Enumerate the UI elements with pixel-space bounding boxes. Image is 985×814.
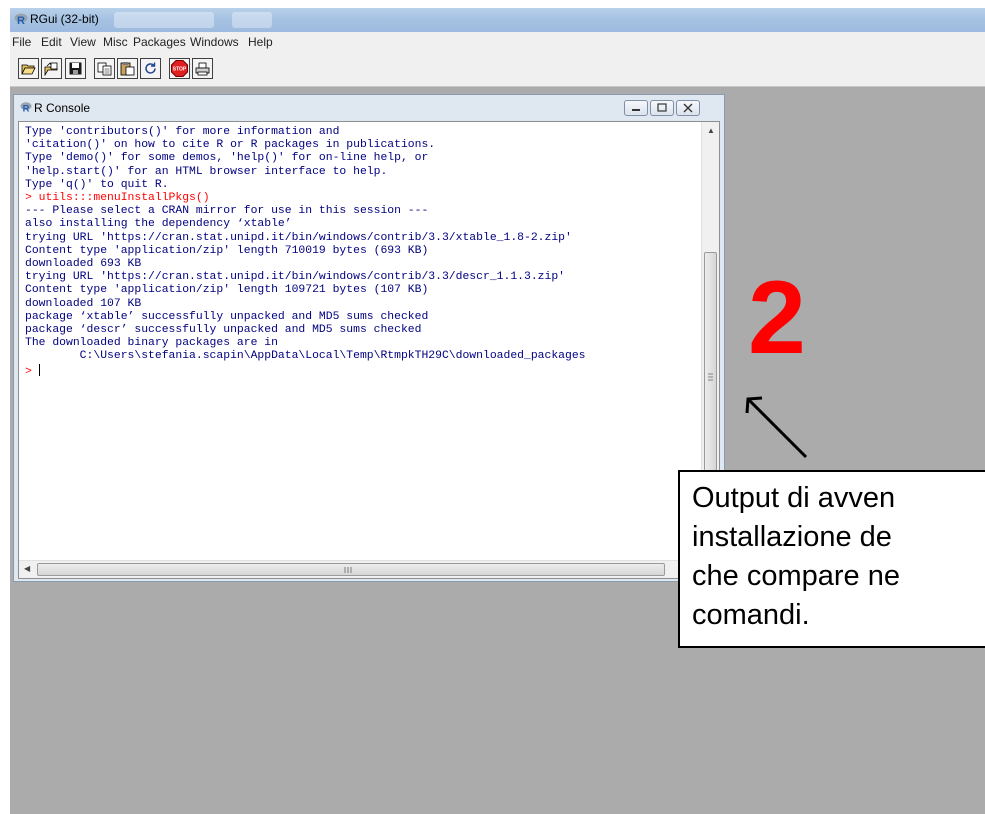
console-text[interactable]: Type 'contributors()' for more informati… (25, 126, 693, 556)
console-line: Content type 'application/zip' length 71… (25, 244, 429, 257)
console-line: package ‘descr’ successfully unpacked an… (25, 324, 422, 337)
pointer-arrow-icon (745, 396, 808, 459)
vertical-scroll-thumb[interactable] (704, 252, 717, 502)
svg-text:R: R (17, 15, 25, 26)
background-tab (232, 12, 272, 28)
floppy-disk-icon (69, 62, 82, 75)
console-line: Content type 'application/zip' length 10… (25, 284, 429, 297)
horizontal-scrollbar[interactable]: ◀ (19, 560, 701, 578)
minimize-icon (632, 109, 640, 111)
console-line: --- Please select a CRAN mirror for use … (25, 205, 429, 218)
stop-icon: STOP (171, 60, 188, 77)
menu-file[interactable]: File (12, 35, 31, 49)
stop-button[interactable]: STOP (169, 58, 190, 79)
r-logo-icon: R (14, 13, 28, 26)
callout-line: che compare ne (692, 560, 900, 592)
r-console-window[interactable]: R R Console Type 'contributors()' for mo… (13, 94, 725, 582)
console-line: Type 'contributors()' for more informati… (25, 126, 340, 138)
toolbar: STOP (10, 52, 985, 87)
console-line: The downloaded binary packages are in (25, 337, 278, 350)
folder-open-icon (21, 64, 36, 75)
maximize-icon (657, 103, 667, 112)
console-line: Type 'demo()' for some demos, 'help()' f… (25, 152, 429, 165)
console-line: package ‘xtable’ successfully unpacked a… (25, 310, 429, 323)
text-cursor (38, 363, 40, 376)
console-line: C:\Users\stefania.scapin\AppData\Local\T… (25, 350, 586, 363)
minimize-button[interactable] (624, 100, 648, 116)
console-line: downloaded 107 KB (25, 297, 142, 310)
menu-packages[interactable]: Packages (133, 35, 186, 49)
callout-line: installazione de (692, 521, 892, 553)
step-number-annotation: 2 (748, 260, 806, 376)
horizontal-scroll-thumb[interactable] (37, 563, 665, 576)
maximize-button[interactable] (650, 100, 674, 116)
grip-icon (708, 373, 713, 381)
window-title: RGui (32-bit) (30, 12, 99, 26)
copy-paste-button[interactable] (140, 58, 161, 79)
load-workspace-icon (44, 61, 58, 76)
console-prompt-line[interactable]: > (25, 363, 693, 379)
menu-misc[interactable]: Misc (103, 35, 128, 49)
background-tab (114, 12, 214, 28)
console-title: R Console (34, 101, 91, 115)
callout-line: comandi. (692, 599, 810, 631)
menu-help[interactable]: Help (248, 35, 273, 49)
copy-icon (97, 62, 112, 75)
menu-edit[interactable]: Edit (41, 35, 62, 49)
close-icon (683, 103, 693, 113)
copy-button[interactable] (94, 58, 115, 79)
load-workspace-button[interactable] (41, 58, 62, 79)
paste-button[interactable] (117, 58, 138, 79)
scroll-up-arrow-icon[interactable]: ▲ (707, 126, 715, 135)
console-line: Type 'q()' to quit R. (25, 178, 169, 191)
save-workspace-button[interactable] (65, 58, 86, 79)
menu-bar: File Edit View Misc Packages Windows Hel… (10, 32, 985, 52)
grip-icon (344, 567, 352, 573)
r-logo-icon: R (20, 102, 32, 113)
console-line: trying URL 'https://cran.stat.unipd.it/b… (25, 231, 572, 244)
callout-line: Output di avven (692, 482, 896, 514)
console-prompt: > (25, 365, 39, 378)
console-output-area[interactable]: Type 'contributors()' for more informati… (18, 121, 720, 579)
console-command: > utils:::menuInstallPkgs() (25, 192, 210, 205)
close-button[interactable] (676, 100, 700, 116)
svg-text:R: R (23, 102, 30, 113)
console-line: downloaded 693 KB (25, 258, 142, 271)
stop-label: STOP (173, 67, 187, 73)
open-script-button[interactable] (18, 58, 39, 79)
console-line: also installing the dependency ‘xtable’ (25, 218, 292, 231)
clipboard-icon (120, 61, 135, 75)
rgui-window: R RGui (32-bit) File Edit View Misc Pack… (10, 8, 985, 814)
annotation-callout: Output di avven installazione de che com… (678, 470, 985, 648)
title-bar[interactable]: R RGui (32-bit) (10, 8, 985, 32)
console-line: 'citation()' on how to cite R or R packa… (25, 139, 436, 152)
console-line: trying URL 'https://cran.stat.unipd.it/b… (25, 271, 566, 284)
menu-view[interactable]: View (70, 35, 96, 49)
scroll-left-arrow-icon[interactable]: ◀ (24, 564, 30, 573)
printer-icon (195, 62, 210, 75)
menu-windows[interactable]: Windows (190, 35, 239, 49)
console-line: 'help.start()' for an HTML browser inter… (25, 165, 388, 178)
refresh-icon (145, 62, 156, 74)
print-button[interactable] (192, 58, 213, 79)
